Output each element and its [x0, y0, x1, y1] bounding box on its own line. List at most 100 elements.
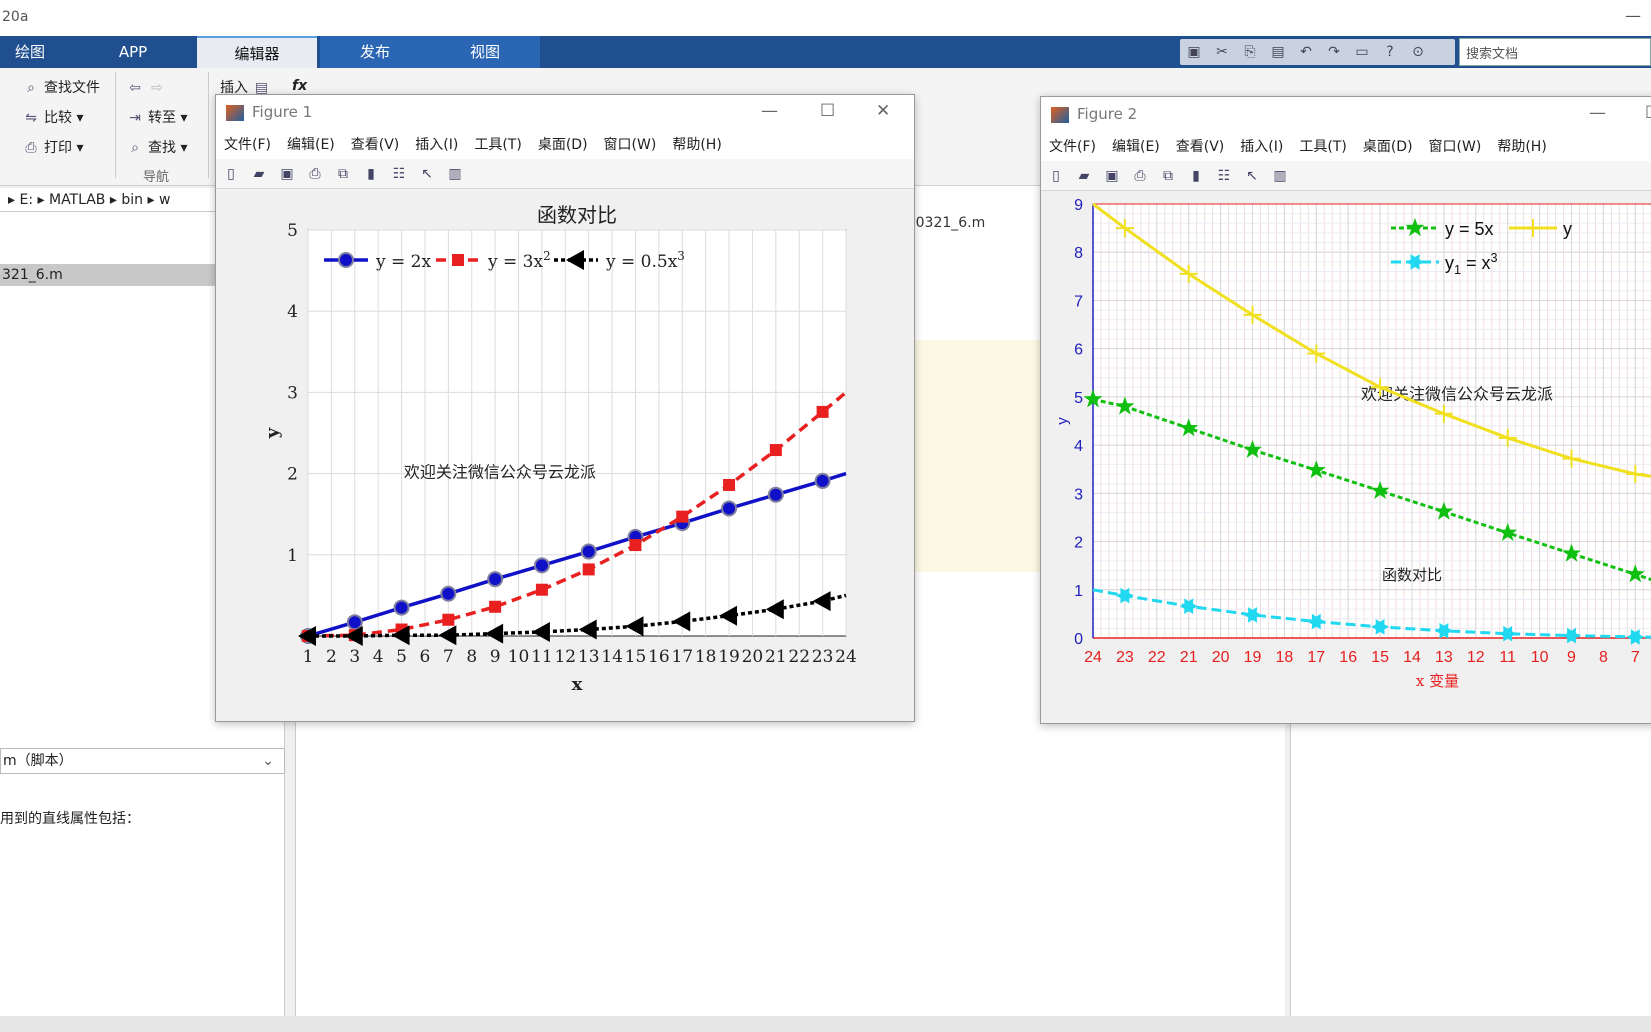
print-icon[interactable]: ⎙	[304, 163, 326, 185]
compare-label: 比较	[44, 110, 72, 126]
pointer-icon[interactable]: ↖	[416, 163, 438, 185]
minimize-icon[interactable]: —	[1625, 6, 1641, 25]
x-tick-label: 22	[1148, 649, 1166, 666]
property-editor-icon[interactable]: ▥	[1269, 165, 1291, 187]
nav-group-label: 导航	[143, 170, 170, 185]
data-point-s1	[767, 486, 784, 503]
menu-view[interactable]: 查看(V)	[351, 131, 400, 159]
menu-view[interactable]: 查看(V)	[1176, 133, 1225, 161]
paste-icon[interactable]: ▤	[1266, 42, 1290, 62]
x-tick-label: 7	[1631, 649, 1640, 666]
x-tick-label: 24	[835, 647, 857, 667]
data-point-s1	[346, 614, 363, 631]
menu-insert[interactable]: 插入(I)	[415, 131, 458, 159]
legend-entry: y = 5x	[1445, 219, 1494, 239]
x-axis-label: x	[572, 674, 583, 695]
details-dropdown[interactable]: m（脚本） ⌄	[0, 748, 285, 774]
menu-help[interactable]: 帮助(H)	[672, 131, 721, 159]
menu-desktop[interactable]: 桌面(D)	[538, 131, 588, 159]
open-icon[interactable]: ▰	[248, 163, 270, 185]
colorbar-icon[interactable]: ▮	[1185, 165, 1207, 187]
minimize-icon[interactable]: —	[1589, 103, 1606, 123]
tab-view[interactable]: 视图	[430, 36, 540, 68]
menu-desktop[interactable]: 桌面(D)	[1363, 133, 1413, 161]
address-part-bin: bin	[121, 192, 144, 208]
print-icon[interactable]: ⎙	[1129, 165, 1151, 187]
print-button[interactable]: ⎙ 打印 ▾	[22, 136, 83, 160]
data-point-s2	[816, 405, 829, 418]
link-plot-icon[interactable]: ⧉	[332, 163, 354, 185]
nav-back-button[interactable]: ⇦ ⇨	[126, 76, 170, 100]
y-tick-label: 7	[1074, 293, 1083, 310]
tab-plots[interactable]: 绘图	[0, 36, 60, 68]
new-figure-icon[interactable]: ▯	[1045, 165, 1067, 187]
find-files-icon: ⌕	[27, 80, 35, 96]
print-label: 打印	[44, 140, 72, 156]
y-tick-label: 4	[287, 302, 298, 322]
menu-edit[interactable]: 编辑(E)	[1112, 133, 1160, 161]
menu-insert[interactable]: 插入(I)	[1240, 133, 1283, 161]
save-icon[interactable]: ▣	[1182, 42, 1206, 62]
menu-window[interactable]: 窗口(W)	[604, 131, 657, 159]
menu-tools[interactable]: 工具(T)	[474, 131, 521, 159]
menu-window[interactable]: 窗口(W)	[1429, 133, 1482, 161]
data-point-s1	[814, 472, 831, 489]
open-icon[interactable]: ▰	[1073, 165, 1095, 187]
file-list-item[interactable]: 321_6.m	[0, 264, 215, 286]
x-tick-label: 21	[1180, 649, 1198, 666]
switch-window-icon[interactable]: ▭	[1350, 42, 1374, 62]
find-files-label: 查找文件	[44, 80, 100, 96]
menu-tools[interactable]: 工具(T)	[1299, 133, 1346, 161]
figure-2-chart[interactable]: 2423222120191817161514131211109876540123…	[1041, 192, 1651, 724]
colorbar-icon[interactable]: ▮	[360, 163, 382, 185]
help-icon[interactable]: ?	[1378, 42, 1402, 62]
minimize-icon[interactable]: —	[761, 101, 778, 121]
redo-icon[interactable]: ↷	[1322, 42, 1346, 62]
figure-2-menubar: 文件(F) 编辑(E) 查看(V) 插入(I) 工具(T) 桌面(D) 窗口(W) 帮助(H)	[1041, 133, 1651, 161]
community-icon[interactable]: ⊙	[1406, 42, 1430, 62]
y-tick-label: 3	[287, 383, 298, 403]
menu-file[interactable]: 文件(F)	[1049, 133, 1096, 161]
tab-publish[interactable]: 发布	[320, 36, 430, 68]
menu-help[interactable]: 帮助(H)	[1497, 133, 1546, 161]
pointer-icon[interactable]: ↖	[1241, 165, 1263, 187]
search-icon: ⌕	[131, 140, 139, 156]
goto-button[interactable]: ⇥ 转至 ▾	[126, 106, 187, 130]
compare-button[interactable]: ⇋ 比较 ▾	[22, 106, 83, 130]
copy-icon[interactable]: ⎘	[1238, 42, 1262, 62]
x-tick-label: 5	[396, 647, 407, 667]
tab-apps[interactable]: APP	[100, 36, 166, 68]
figure-1-chart[interactable]: 1 2 3 4 5 6 7 8 9 10 11 12 13 14 15 16 17 18 19 20 21 22 23 241…	[216, 190, 916, 722]
y-tick-label: 1	[287, 546, 298, 566]
close-icon[interactable]: ✕	[876, 101, 890, 121]
save-icon[interactable]: ▣	[1101, 165, 1123, 187]
find-files-button[interactable]: ⌕ 查找文件	[22, 76, 100, 100]
legend-icon[interactable]: ☷	[1213, 165, 1235, 187]
find-button[interactable]: ⌕ 查找 ▾	[126, 136, 187, 160]
data-point-s2	[723, 478, 736, 491]
property-editor-icon[interactable]: ▥	[444, 163, 466, 185]
menu-edit[interactable]: 编辑(E)	[287, 131, 335, 159]
x-tick-label: 7	[443, 647, 454, 667]
legend-icon[interactable]: ☷	[388, 163, 410, 185]
save-icon[interactable]: ▣	[276, 163, 298, 185]
legend-entry: y = 3x2	[487, 249, 551, 272]
arrow-left-icon: ⇦	[129, 80, 141, 96]
address-bar[interactable]: ▸ E: ▸ MATLAB ▸ bin ▸ w	[0, 188, 220, 212]
menu-file[interactable]: 文件(F)	[224, 131, 271, 159]
undo-icon[interactable]: ↶	[1294, 42, 1318, 62]
tab-editor[interactable]: 编辑器	[197, 36, 317, 68]
x-tick-label: 2	[326, 647, 337, 667]
maximize-icon[interactable]: ☐	[820, 101, 835, 121]
details-value: m（脚本）	[3, 753, 73, 769]
link-plot-icon[interactable]: ⧉	[1157, 165, 1179, 187]
search-docs-input[interactable]: 搜索文档	[1459, 38, 1651, 66]
x-tick-label: 18	[1276, 649, 1294, 666]
quick-access-toolbar: ▣ ✂ ⎘ ▤ ↶ ↷ ▭? ⊙	[1180, 39, 1455, 65]
maximize-icon[interactable]: ☐	[1645, 103, 1651, 123]
x-tick-label: 16	[1339, 649, 1357, 666]
new-figure-icon[interactable]: ▯	[220, 163, 242, 185]
cut-icon[interactable]: ✂	[1210, 42, 1234, 62]
legend-entry: y = 2x	[375, 252, 431, 272]
address-part[interactable]: ▸ E: ▸ MATLAB ▸ bin ▸ w	[8, 192, 170, 208]
